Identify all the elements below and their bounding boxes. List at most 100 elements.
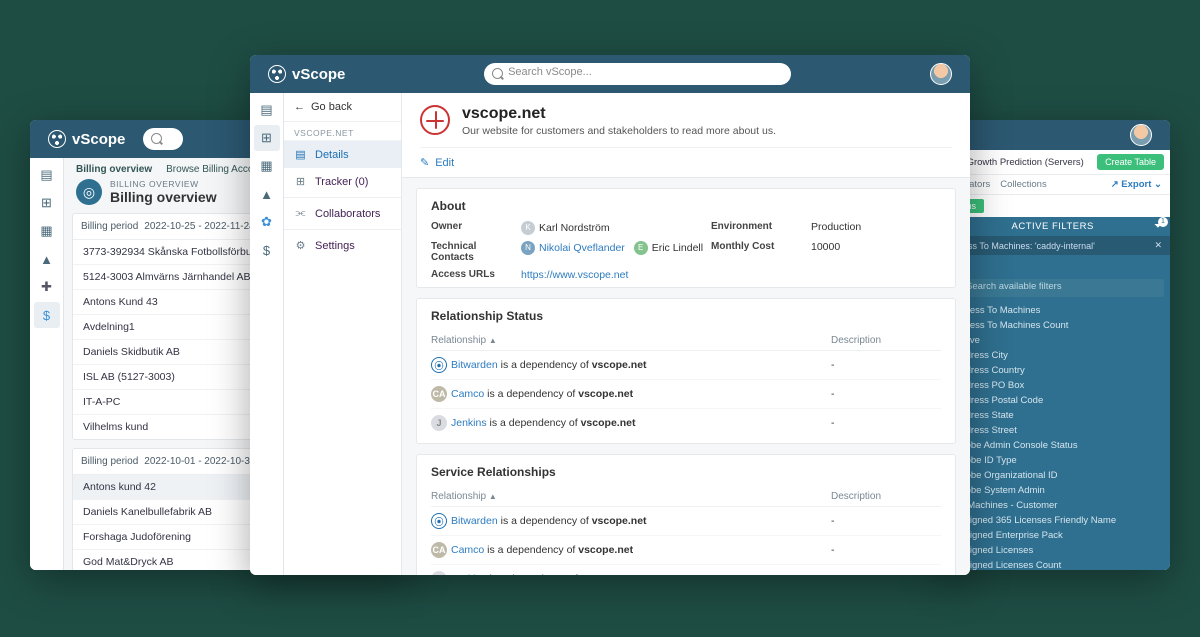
tech-contact-chip[interactable]: NNikolai Qveflander bbox=[521, 241, 625, 255]
rail-grid-icon[interactable]: ⊞ bbox=[34, 190, 60, 216]
filter-item[interactable]: Assigned Enterprise Pack bbox=[940, 528, 1170, 543]
topbar: vScope Search vScope... bbox=[250, 55, 970, 93]
funnel-icon[interactable]: ⏷1 bbox=[1154, 221, 1162, 232]
edit-button[interactable]: ✎ Edit bbox=[420, 147, 952, 169]
close-icon[interactable]: ✕ bbox=[1154, 240, 1162, 251]
col-description[interactable]: Description bbox=[831, 487, 941, 507]
topbar bbox=[940, 120, 1170, 150]
filter-item[interactable]: Assigned 365 Licenses Friendly Name bbox=[940, 513, 1170, 528]
sidebar-item-label: Collaborators bbox=[315, 208, 380, 220]
sort-icon: ▲ bbox=[489, 336, 497, 345]
avatar[interactable] bbox=[1130, 124, 1152, 146]
relationship-row[interactable]: ⦿Bitwarden is a dependency of vscope.net… bbox=[431, 507, 941, 536]
icon-rail: ▤ ⊞ ▦ ▲ ✚ $ bbox=[30, 158, 64, 570]
billing-title: Billing overview bbox=[110, 189, 217, 205]
tab-billing-overview[interactable]: Billing overview bbox=[76, 164, 152, 175]
tech-contact-chip[interactable]: EEric Lindell bbox=[634, 241, 703, 255]
sidebar: ← Go back VSCOPE.NET ▤ Details ⊞ Tracker… bbox=[284, 93, 402, 575]
filter-chip-label: Access To Machines: 'caddy-internal' bbox=[948, 241, 1095, 251]
rail-warning-icon[interactable]: ▲ bbox=[34, 246, 60, 272]
active-filters-bar: › ACTIVE FILTERS ⏷1 bbox=[940, 217, 1170, 236]
avatar[interactable] bbox=[930, 63, 952, 85]
active-filter-chip[interactable]: Access To Machines: 'caddy-internal' ✕ bbox=[940, 236, 1170, 255]
filter-item[interactable]: Adobe ID Type bbox=[940, 453, 1170, 468]
rail-grid-icon[interactable]: ⊞ bbox=[254, 125, 280, 151]
filter-list: Access To Machines Access To Machines Co… bbox=[940, 303, 1170, 570]
filter-item[interactable]: Address PO Box bbox=[940, 378, 1170, 393]
filter-item[interactable]: Address State bbox=[940, 408, 1170, 423]
sidebar-item-settings[interactable]: ⚙ Settings bbox=[284, 232, 401, 259]
filter-item[interactable]: Address Postal Code bbox=[940, 393, 1170, 408]
owner-chip[interactable]: KKarl Nordström bbox=[521, 221, 610, 235]
cost-label: Monthly Cost bbox=[711, 241, 811, 252]
relationship-row[interactable]: JJenkins is a dependency of vscope.net- bbox=[431, 565, 941, 576]
filter-item[interactable]: Access To Machines Count bbox=[940, 318, 1170, 333]
arrow-left-icon: ← bbox=[294, 101, 305, 113]
filter-item[interactable]: Address Country bbox=[940, 363, 1170, 378]
filter-item[interactable]: Address Street bbox=[940, 423, 1170, 438]
rail-layers-icon[interactable]: ▤ bbox=[34, 162, 60, 188]
relationship-row[interactable]: CACamco is a dependency of vscope.net- bbox=[431, 536, 941, 565]
rail-warning-icon[interactable]: ▲ bbox=[254, 181, 280, 207]
access-url-link[interactable]: https://www.vscope.net bbox=[521, 269, 628, 281]
toolbar-row: umns bbox=[940, 195, 1170, 217]
rail-plus-icon[interactable]: ✚ bbox=[34, 274, 60, 300]
main-content: vscope.net Our website for customers and… bbox=[402, 93, 970, 575]
jenkins-icon: J bbox=[431, 571, 447, 575]
billing-circle-icon: ◎ bbox=[76, 179, 102, 205]
rail-billing-icon[interactable]: $ bbox=[254, 237, 280, 263]
filter-item[interactable]: Active bbox=[940, 333, 1170, 348]
app-logo[interactable]: vScope bbox=[48, 130, 125, 148]
app-logo[interactable]: vScope bbox=[268, 65, 345, 83]
toolbar-row: ems Growth Prediction (Servers) Create T… bbox=[940, 150, 1170, 175]
filter-item[interactable]: Adobe Admin Console Status bbox=[940, 438, 1170, 453]
period-label: Billing period bbox=[81, 221, 138, 232]
col-description[interactable]: Description bbox=[831, 331, 941, 351]
sidebar-item-tracker[interactable]: ⊞ Tracker (0) bbox=[284, 168, 401, 195]
pencil-icon: ✎ bbox=[420, 156, 429, 169]
details-icon: ▤ bbox=[294, 148, 307, 161]
site-logo-icon bbox=[420, 105, 450, 135]
filter-search-input[interactable]: Search available filters bbox=[946, 279, 1164, 297]
filter-item[interactable]: Adobe System Admin bbox=[940, 483, 1170, 498]
collections-link[interactable]: Collections bbox=[1000, 179, 1046, 190]
relationship-row[interactable]: JJenkins is a dependency of vscope.net- bbox=[431, 409, 941, 438]
export-button[interactable]: ↗ Export ⌄ bbox=[1111, 179, 1162, 190]
jenkins-icon: J bbox=[431, 415, 447, 431]
bitwarden-icon: ⦿ bbox=[431, 513, 447, 529]
create-table-button[interactable]: Create Table bbox=[1097, 154, 1164, 170]
search-input[interactable]: Search vScope... bbox=[484, 63, 791, 85]
rail-layers-icon[interactable]: ▤ bbox=[254, 97, 280, 123]
filter-item[interactable]: Adobe Organizational ID bbox=[940, 468, 1170, 483]
filter-item[interactable]: Assigned Licenses Count bbox=[940, 558, 1170, 570]
search-placeholder: Search vScope... bbox=[508, 66, 592, 78]
search-input[interactable] bbox=[143, 128, 183, 150]
rail-gear-icon[interactable]: ✿ bbox=[254, 209, 280, 235]
app-name: vScope bbox=[292, 66, 345, 83]
relationship-row[interactable]: ⦿Bitwarden is a dependency of vscope.net… bbox=[431, 351, 941, 380]
rail-table-icon[interactable]: ▦ bbox=[254, 153, 280, 179]
tracker-icon: ⊞ bbox=[294, 175, 307, 188]
camco-icon: CA bbox=[431, 386, 447, 402]
go-back-link[interactable]: ← Go back bbox=[284, 93, 401, 122]
col-relationship[interactable]: Relationship ▲ bbox=[431, 487, 831, 507]
sidebar-item-details[interactable]: ▤ Details bbox=[284, 141, 401, 168]
toolbar-row: laborators Collections ↗ Export ⌄ bbox=[940, 175, 1170, 195]
rail-billing-icon[interactable]: $ bbox=[34, 302, 60, 328]
filter-item[interactable]: Access To Machines bbox=[940, 303, 1170, 318]
sidebar-item-label: Settings bbox=[315, 240, 355, 252]
relationship-row[interactable]: CACamco is a dependency of vscope.net- bbox=[431, 380, 941, 409]
filter-item[interactable]: Address City bbox=[940, 348, 1170, 363]
app-name: vScope bbox=[72, 131, 125, 148]
filter-item[interactable]: Assigned Licenses bbox=[940, 543, 1170, 558]
sidebar-item-collaborators[interactable]: ⫘ Collaborators bbox=[284, 200, 401, 227]
edit-label: Edit bbox=[435, 157, 454, 169]
share-icon: ⫘ bbox=[294, 207, 307, 220]
filter-item[interactable]: All Machines - Customer bbox=[940, 498, 1170, 513]
sidebar-item-label: Tracker (0) bbox=[315, 176, 368, 188]
hero: vscope.net Our website for customers and… bbox=[402, 93, 970, 178]
col-relationship[interactable]: Relationship ▲ bbox=[431, 331, 831, 351]
section-heading: About bbox=[431, 199, 941, 213]
cost-value: 10000 bbox=[811, 241, 941, 253]
rail-table-icon[interactable]: ▦ bbox=[34, 218, 60, 244]
